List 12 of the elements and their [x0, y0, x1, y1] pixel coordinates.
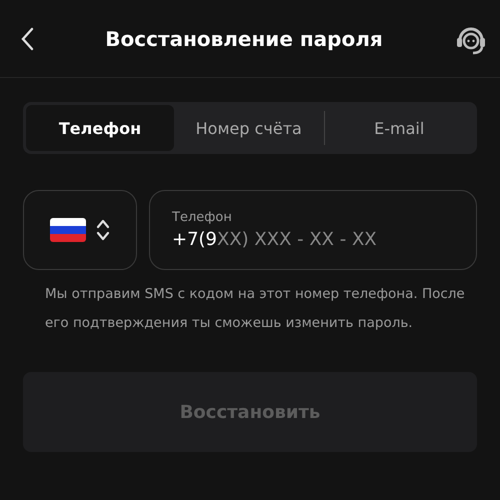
field-label: Телефон: [172, 210, 233, 225]
tab[interactable]: Номер счёта: [174, 105, 324, 151]
window-title: Восстановление пароля: [105, 26, 383, 50]
back-icon[interactable]: [20, 26, 34, 50]
hint-text: Мы отправим SMS с кодом на этот номер телефона. После его подтверждения ты сможешь изменить пароль.: [45, 285, 465, 333]
phone-value: +7(9XX) XXX - XX - XX: [172, 229, 378, 250]
flag-icon: [50, 218, 86, 242]
updown-icon: [96, 218, 110, 242]
phone-field[interactable]: Телефон +7(9XX) XXX - XX - XX: [149, 190, 477, 270]
tab[interactable]: Телефон: [26, 105, 174, 151]
tab[interactable]: E-mail: [324, 105, 474, 151]
country-selector[interactable]: [23, 190, 137, 270]
